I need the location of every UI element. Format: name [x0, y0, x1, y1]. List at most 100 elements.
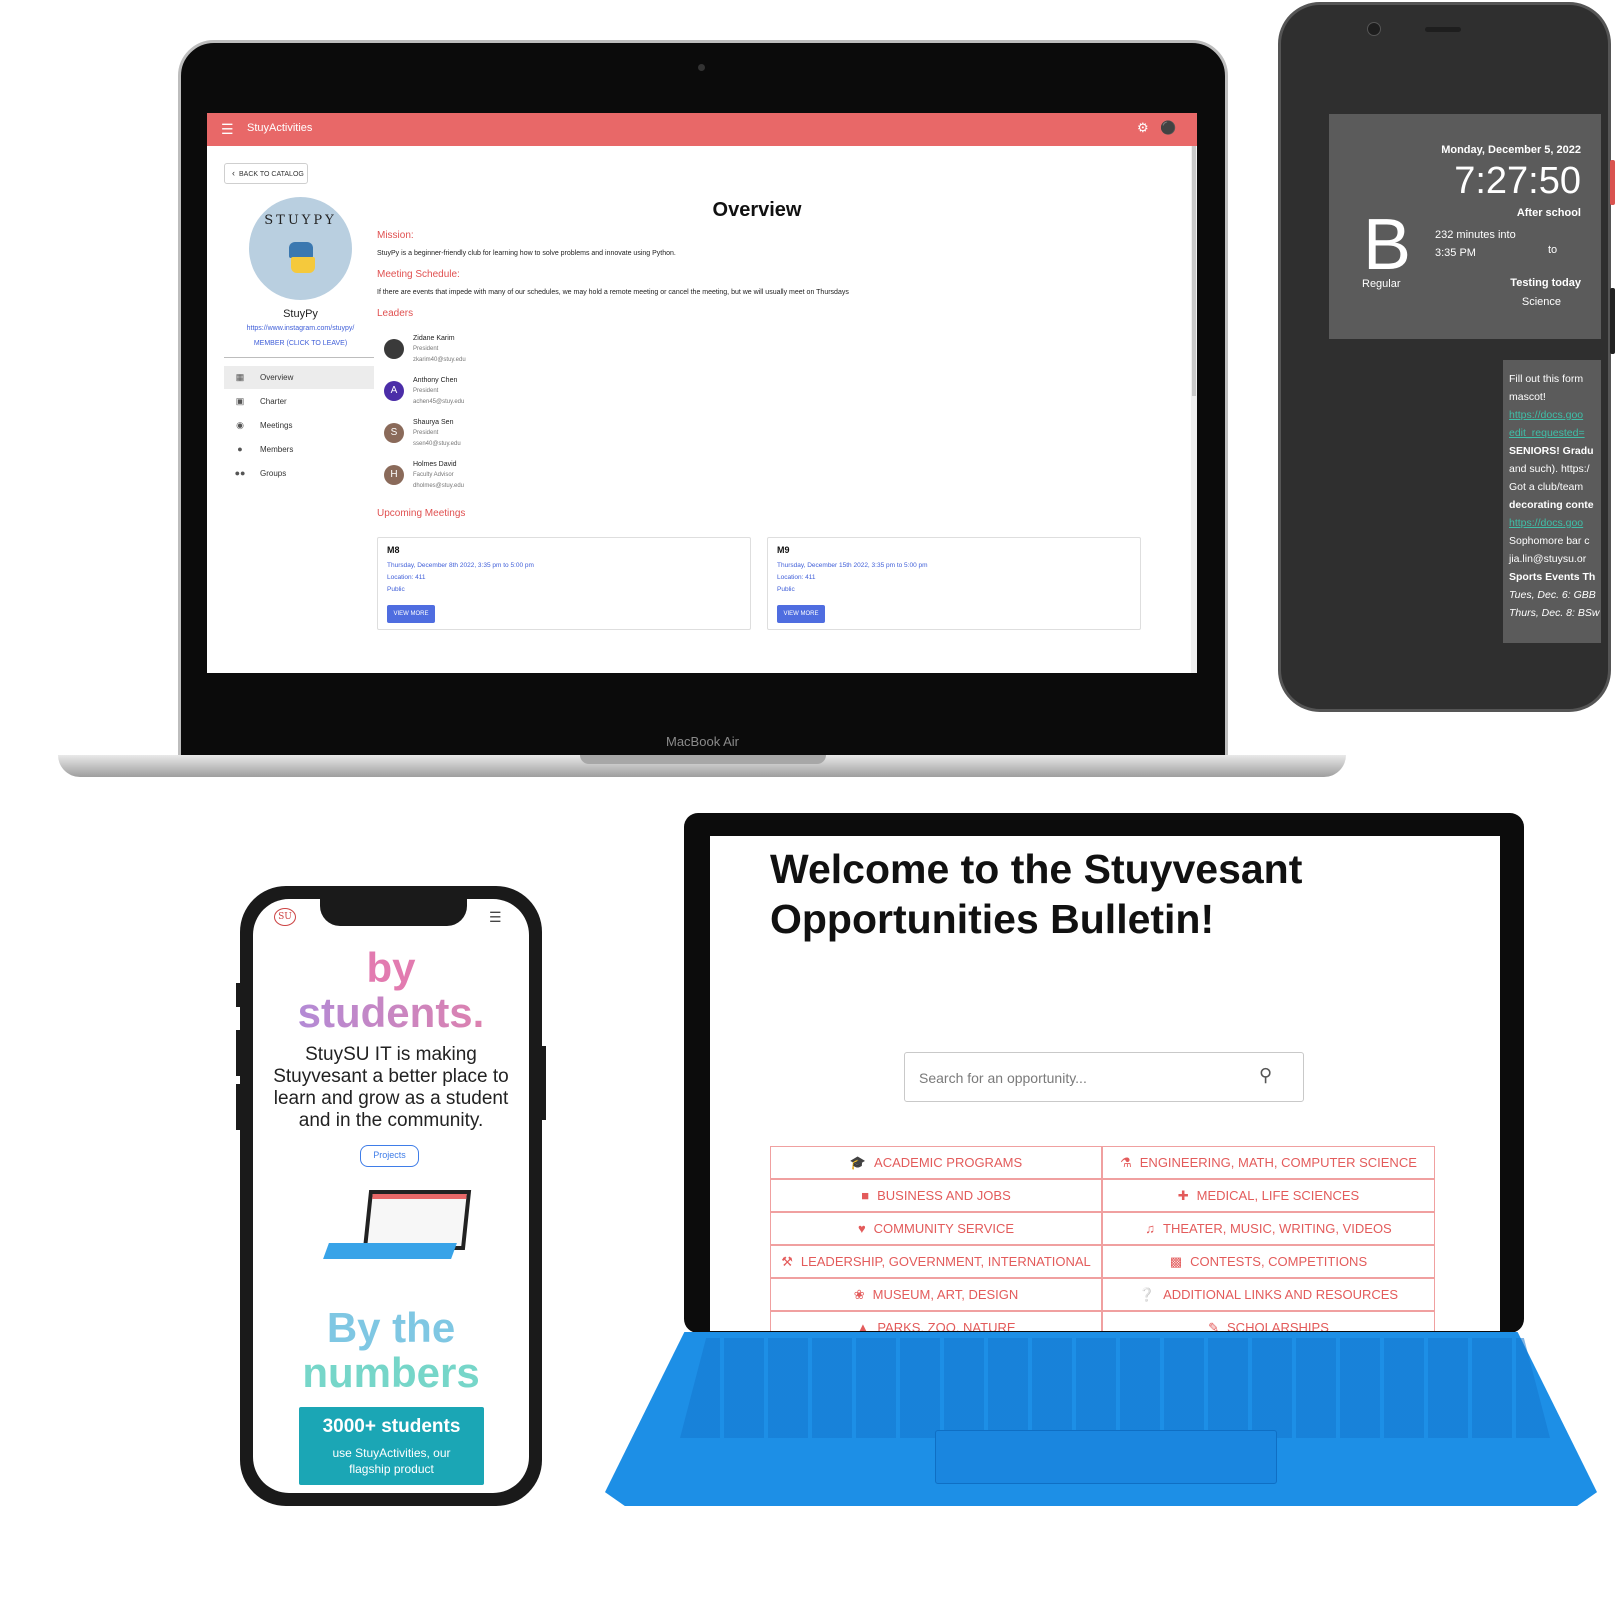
category-leadership[interactable]: ⚒ LEADERSHIP, GOVERNMENT, INTERNATIONAL	[770, 1245, 1102, 1278]
category-additional-links[interactable]: ❔ ADDITIONAL LINKS AND RESOURCES	[1102, 1278, 1435, 1311]
scrollbar-thumb[interactable]	[1192, 146, 1196, 396]
view-more-button[interactable]: VIEW MORE	[777, 605, 825, 623]
ticket-icon: ▩	[1169, 1254, 1183, 1269]
tablet-illustration	[362, 1190, 472, 1250]
gear-icon[interactable]: ⚙	[1137, 120, 1149, 136]
search-bar[interactable]: ⚲	[904, 1052, 1304, 1102]
leader-card[interactable]: H Holmes David Faculty Advisor dholmes@s…	[384, 461, 584, 501]
feed-line: Thurs, Dec. 8: BSw	[1509, 607, 1600, 619]
briefcase-icon: ■	[861, 1188, 870, 1203]
category-academic-programs[interactable]: 🎓 ACADEMIC PROGRAMS	[770, 1146, 1102, 1179]
leader-name: Zidane Karim	[413, 335, 455, 342]
category-engineering[interactable]: ⚗ ENGINEERING, MATH, COMPUTER SCIENCE	[1102, 1146, 1435, 1179]
feed-line: and such). https:/	[1509, 463, 1590, 475]
feed-line: jia.lin@stuysu.or	[1509, 553, 1587, 565]
page-title: Welcome to the Stuyvesant Opportunities …	[770, 846, 1303, 942]
laptop-hinge-notch	[580, 755, 826, 764]
hero-headline-by: by	[366, 944, 416, 991]
member-leave-link[interactable]: MEMBER (CLICK TO LEAVE)	[207, 340, 394, 347]
leader-email: ssen40@stuy.edu	[413, 441, 461, 447]
testing-subject: Science	[1521, 296, 1561, 308]
leader-role: President	[413, 346, 439, 352]
palette-icon: ❀	[853, 1287, 865, 1302]
club-name: StuyPy	[283, 308, 318, 320]
category-community-service[interactable]: ♥ COMMUNITY SERVICE	[770, 1212, 1102, 1245]
python-logo-bottom	[291, 257, 315, 273]
sidebar-item-members[interactable]: ● Members	[224, 438, 374, 461]
sidebar-item-meetings[interactable]: ◉ Meetings	[224, 414, 374, 437]
search-icon[interactable]: ⚲	[1259, 1065, 1272, 1086]
meeting-date: Thursday, December 8th 2022, 3:35 pm to …	[387, 562, 534, 569]
document-icon: ▣	[235, 396, 245, 406]
leader-card[interactable]: A Anthony Chen President achen45@stuy.ed…	[384, 377, 584, 417]
projects-button[interactable]: Projects	[360, 1145, 419, 1167]
bug-icon[interactable]: ⚫	[1160, 120, 1176, 136]
meeting-title: M8	[387, 545, 400, 555]
back-to-catalog-button[interactable]: ‹ BACK TO CATALOG	[224, 163, 308, 184]
menu-icon[interactable]: ☰	[221, 121, 234, 138]
feed-link[interactable]: edit_requested=	[1509, 424, 1601, 442]
sidebar-item-charter[interactable]: ▣ Charter	[224, 390, 374, 413]
sidebar-item-label: Meetings	[260, 421, 293, 430]
club-instagram-link[interactable]: https://www.instagram.com/stuypy/	[207, 325, 394, 332]
category-business[interactable]: ■ BUSINESS AND JOBS	[770, 1179, 1102, 1212]
period-time: 3:35 PM	[1435, 247, 1476, 259]
testing-heading: Testing today	[1510, 277, 1581, 289]
minutes-info: 232 minutes into 3:35 PM	[1435, 226, 1516, 262]
category-label: PARKS, ZOO, NATURE	[877, 1320, 1016, 1331]
view-more-button[interactable]: VIEW MORE	[387, 605, 435, 623]
phone-right-camera	[1367, 22, 1381, 36]
category-museum[interactable]: ❀ MUSEUM, ART, DESIGN	[770, 1278, 1102, 1311]
category-label: ACADEMIC PROGRAMS	[874, 1155, 1023, 1170]
schedule-heading: Meeting Schedule:	[377, 269, 460, 280]
mission-text: StuyPy is a beginner-friendly club for l…	[377, 250, 676, 257]
category-contests[interactable]: ▩ CONTESTS, COMPETITIONS	[1102, 1245, 1435, 1278]
feed-line: Tues, Dec. 6: GBB	[1509, 589, 1596, 601]
dashboard-icon: ▦	[235, 372, 245, 382]
mission-heading: Mission:	[377, 230, 414, 241]
category-scholarships[interactable]: ✎ SCHOLARSHIPS	[1102, 1311, 1435, 1331]
flask-icon: ⚗	[1120, 1155, 1132, 1170]
minutes-text: 232 minutes into	[1435, 229, 1516, 241]
category-label: MEDICAL, LIFE SCIENCES	[1196, 1188, 1360, 1203]
app-title[interactable]: StuyActivities	[247, 122, 312, 134]
meeting-location: Location: 411	[777, 574, 816, 581]
feed-link[interactable]: https://docs.goo	[1509, 406, 1601, 424]
numbers-heading-line2: numbers	[302, 1349, 480, 1396]
search-input[interactable]	[917, 1065, 1241, 1091]
leader-card[interactable]: S Shaurya Sen President ssen40@stuy.edu	[384, 419, 584, 459]
category-parks[interactable]: ▲ PARKS, ZOO, NATURE	[770, 1311, 1102, 1331]
menu-icon[interactable]: ☰	[489, 909, 502, 926]
opportunities-bulletin-screen: Welcome to the Stuyvesant Opportunities …	[710, 836, 1500, 1331]
feed-link[interactable]: https://docs.goo	[1509, 514, 1601, 532]
leader-card[interactable]: Zidane Karim President zkarim40@stuy.edu	[384, 335, 584, 375]
sidebar-item-overview[interactable]: ▦ Overview	[224, 366, 374, 389]
clock-text: 7:27:50	[1454, 160, 1581, 202]
feed-line: mascot!	[1509, 391, 1546, 403]
question-icon: ❔	[1138, 1287, 1156, 1302]
hero-headline-students: students.	[253, 990, 529, 1036]
announcements-feed: Fill out this form mascot! https://docs.…	[1503, 360, 1601, 643]
category-theater[interactable]: ♫ THEATER, MUSIC, WRITING, VIDEOS	[1102, 1212, 1435, 1245]
meeting-location: Location: 411	[387, 574, 426, 581]
avatar: H	[384, 465, 404, 485]
day-letter: B	[1363, 205, 1412, 285]
sidebar-item-groups[interactable]: ●● Groups	[224, 462, 374, 485]
avatar: S	[384, 423, 404, 443]
stuysu-logo[interactable]: SU	[274, 908, 296, 926]
category-label: COMMUNITY SERVICE	[873, 1221, 1015, 1236]
stat-caption: use StuyActivities, our flagship product	[332, 1446, 451, 1476]
meeting-date: Thursday, December 15th 2022, 3:35 pm to…	[777, 562, 928, 569]
avatar	[384, 339, 404, 359]
phone-right-speaker	[1425, 27, 1461, 32]
leader-role: President	[413, 430, 439, 436]
meeting-privacy: Public	[777, 586, 795, 593]
upcoming-meetings-heading: Upcoming Meetings	[377, 508, 466, 519]
globe-icon: ◉	[236, 420, 244, 430]
schedule-text: If there are events that impede with man…	[377, 289, 849, 296]
keyboard-keys	[680, 1338, 1550, 1438]
category-medical[interactable]: ✚ MEDICAL, LIFE SCIENCES	[1102, 1179, 1435, 1212]
leader-email: achen45@stuy.edu	[413, 399, 465, 405]
tablet-illustration-keyboard	[323, 1243, 457, 1259]
club-logo-text: STUYPY	[264, 213, 337, 228]
